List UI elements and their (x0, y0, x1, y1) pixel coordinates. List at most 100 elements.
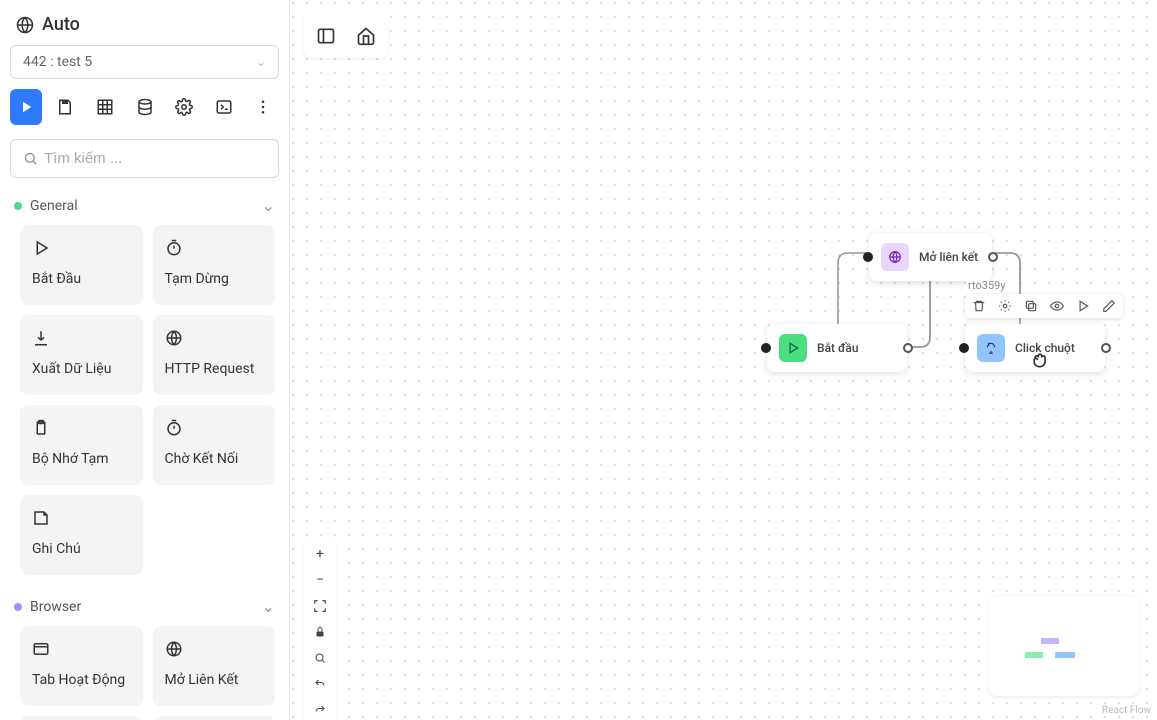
preview-node-button[interactable] (1049, 298, 1065, 314)
home-icon (356, 26, 376, 46)
fit-view-button[interactable] (308, 594, 332, 618)
database-button[interactable] (129, 89, 161, 125)
brand-label: Auto (42, 14, 80, 35)
search-icon (314, 652, 326, 664)
zoom-out-button[interactable]: − (308, 568, 332, 592)
card-label: Tạm Dừng (165, 271, 264, 287)
minimap[interactable] (989, 596, 1139, 696)
card-active-tab[interactable]: Tab Hoạt Động (20, 626, 143, 706)
card-label: Bộ Nhớ Tạm (32, 451, 131, 467)
note-icon (32, 509, 50, 527)
minimap-node (1055, 652, 1075, 658)
port-out[interactable] (1101, 343, 1111, 353)
canvas-side-controls: + − (304, 538, 336, 720)
card-label: Mở Liên Kết (165, 672, 264, 688)
port-in[interactable] (959, 343, 969, 353)
port-out[interactable] (903, 343, 913, 353)
node-label: Click chuột (1015, 341, 1075, 355)
play-icon (17, 98, 35, 116)
card-label: Chờ Kết Nối (165, 451, 264, 467)
card-storage[interactable]: Bộ Nhớ Tạm (20, 405, 143, 485)
project-selector-value: 442 : test 5 (23, 54, 92, 70)
edge-label: rto359y (966, 279, 1008, 292)
port-out[interactable] (988, 252, 998, 262)
card-label: Xuất Dữ Liệu (32, 361, 131, 377)
delete-node-button[interactable] (971, 298, 987, 314)
project-selector[interactable]: 442 : test 5 ⌄ (10, 45, 279, 79)
minimap-node (1025, 652, 1043, 658)
card-open-link[interactable]: Mở Liên Kết (153, 626, 276, 706)
settings-button[interactable] (168, 89, 200, 125)
lock-icon (314, 626, 326, 638)
node-label: Bắt đầu (817, 341, 859, 355)
chevron-down-icon: ⌄ (262, 597, 275, 616)
card-http[interactable]: HTTP Request (153, 315, 276, 395)
chevron-down-icon: ⌄ (262, 196, 275, 215)
undo-button[interactable] (308, 672, 332, 696)
save-button[interactable] (50, 89, 82, 125)
home-button[interactable] (350, 20, 382, 52)
window-icon (32, 640, 50, 658)
search-canvas-button[interactable] (308, 646, 332, 670)
port-in[interactable] (863, 252, 873, 262)
trash-icon (972, 299, 986, 313)
copy-node-button[interactable] (1023, 298, 1039, 314)
minimap-node (1041, 638, 1059, 644)
more-button[interactable] (247, 89, 279, 125)
card-note[interactable]: Ghi Chú (20, 495, 143, 575)
redo-button[interactable] (308, 698, 332, 720)
play-icon (32, 239, 50, 257)
node-open-link[interactable]: Mở liên kết (869, 233, 992, 281)
card-wait[interactable]: Chờ Kết Nối (153, 405, 276, 485)
brand: Auto (10, 10, 279, 45)
card-back[interactable]: Quay Lại (153, 716, 276, 720)
card-start[interactable]: Bắt Đầu (20, 225, 143, 305)
node-label: Mở liên kết (919, 250, 978, 264)
section-browser-title: Browser (30, 599, 254, 615)
run-node-button[interactable] (1075, 298, 1091, 314)
section-general-title: General (30, 198, 254, 214)
sidebar: Auto 442 : test 5 ⌄ (0, 0, 290, 720)
globe-icon (881, 243, 909, 271)
canvas-area[interactable]: Bắt đầu Mở liên kết rto359y (290, 0, 1157, 720)
section-general-head[interactable]: General ⌄ (10, 192, 279, 225)
dot-icon (14, 202, 22, 210)
zoom-in-button[interactable]: + (308, 542, 332, 566)
search-icon (23, 151, 38, 166)
card-export[interactable]: Xuất Dữ Liệu (20, 315, 143, 395)
edit-node-button[interactable] (1101, 298, 1117, 314)
clipboard-icon (32, 419, 50, 437)
toolbar (10, 89, 279, 125)
gear-icon (998, 299, 1012, 313)
canvas[interactable]: Bắt đầu Mở liên kết rto359y (290, 0, 1157, 720)
timer-icon (165, 419, 183, 437)
canvas-top-controls (304, 14, 388, 58)
node-start[interactable]: Bắt đầu (767, 324, 907, 372)
settings-node-button[interactable] (997, 298, 1013, 314)
terminal-button[interactable] (208, 89, 240, 125)
card-label: Tab Hoạt Động (32, 672, 131, 688)
pointer-icon (977, 334, 1005, 362)
run-button[interactable] (10, 89, 42, 125)
download-icon (32, 329, 50, 347)
globe-icon (165, 640, 183, 658)
toggle-sidebar-button[interactable] (310, 20, 342, 52)
node-toolbar (965, 294, 1123, 318)
section-browser-head[interactable]: Browser ⌄ (10, 593, 279, 626)
search-input[interactable] (44, 150, 266, 167)
card-switch-tab[interactable]: Chuyển Tab (20, 716, 143, 720)
grid-button[interactable] (89, 89, 121, 125)
terminal-icon (215, 98, 233, 116)
database-icon (136, 98, 154, 116)
lock-button[interactable] (308, 620, 332, 644)
globe-icon (165, 329, 183, 347)
card-pause[interactable]: Tạm Dừng (153, 225, 276, 305)
pencil-icon (1102, 299, 1116, 313)
node-click[interactable]: Click chuột (965, 324, 1105, 372)
search-input-wrap[interactable] (10, 139, 279, 178)
eye-icon (1050, 299, 1064, 313)
save-icon (56, 98, 74, 116)
globe-icon (16, 16, 34, 34)
port-in[interactable] (761, 343, 771, 353)
dot-icon (14, 603, 22, 611)
